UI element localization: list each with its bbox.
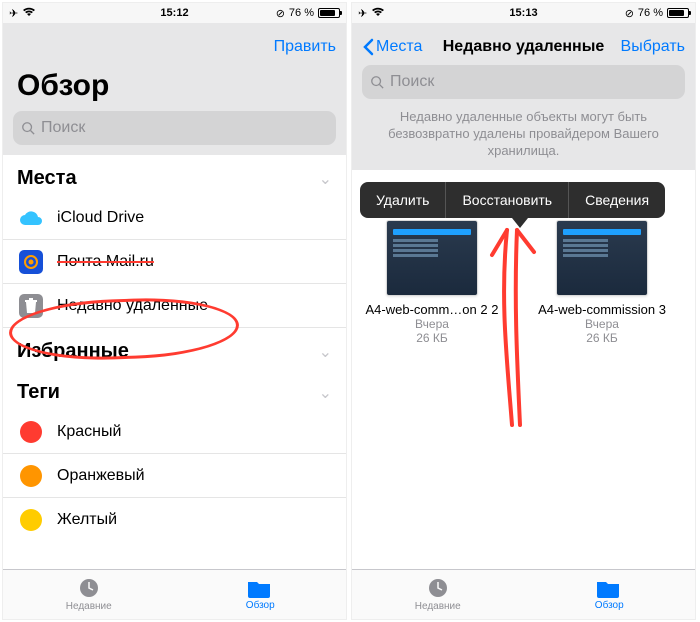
file-when: Вчера (415, 317, 449, 331)
ctx-delete[interactable]: Удалить (360, 182, 446, 218)
phone-left-browse: ✈︎ 15:12 ⊘ 76 % Править Обзор Поиск Мест… (2, 2, 347, 620)
tag-dot-icon (17, 421, 45, 443)
page-title: Обзор (17, 69, 336, 103)
file-when: Вчера (585, 317, 619, 331)
search-input[interactable]: Поиск (362, 65, 685, 99)
status-bar: ✈︎ 15:12 ⊘ 76 % (3, 3, 346, 23)
search-icon (370, 75, 384, 89)
tag-dot-icon (17, 465, 45, 487)
place-item-icloud[interactable]: iCloud Drive (3, 196, 346, 240)
file-item[interactable]: A4-web-comm…on 2 2 Вчера 26 КБ (362, 220, 502, 345)
search-input[interactable]: Поиск (13, 111, 336, 145)
chevron-down-icon: ⌄ (319, 342, 332, 362)
ctx-restore[interactable]: Восстановить (446, 182, 569, 218)
tab-browse[interactable]: Обзор (524, 570, 696, 619)
phone-right-recently-deleted: ✈︎ 15:13 ⊘ 76 % Места Недавно удаленные … (351, 2, 696, 620)
status-bar: ✈︎ 15:13 ⊘ 76 % (352, 3, 695, 23)
chevron-down-icon: ⌄ (319, 383, 332, 403)
trash-icon (17, 294, 45, 318)
section-header-favorites[interactable]: Избранные ⌄ (3, 328, 346, 369)
file-size: 26 КБ (586, 331, 618, 345)
context-menu-tail (512, 218, 528, 228)
file-name: A4-web-commission 3 (538, 302, 666, 317)
file-item[interactable]: A4-web-commission 3 Вчера 26 КБ (532, 220, 672, 345)
clock-icon (427, 577, 449, 599)
deletion-warning-text: Недавно удаленные объекты могут быть без… (362, 99, 685, 160)
battery-icon (318, 8, 340, 18)
file-name: A4-web-comm…on 2 2 (366, 302, 499, 317)
context-menu: Удалить Восстановить Сведения (360, 182, 665, 218)
search-placeholder: Поиск (390, 73, 434, 91)
search-icon (21, 121, 35, 135)
mailru-icon (17, 250, 45, 274)
icloud-icon (17, 209, 45, 227)
chevron-down-icon: ⌄ (319, 169, 332, 189)
nav-large-title-area: Править Обзор Поиск (3, 23, 346, 155)
file-size: 26 КБ (416, 331, 448, 345)
tab-recents[interactable]: Недавние (352, 570, 524, 619)
tab-recents[interactable]: Недавние (3, 570, 175, 619)
tag-dot-icon (17, 509, 45, 531)
battery-icon (667, 8, 689, 18)
section-header-places[interactable]: Места ⌄ (3, 155, 346, 196)
nav-title: Недавно удаленные (362, 38, 685, 56)
ctx-details[interactable]: Сведения (569, 182, 665, 218)
section-header-tags[interactable]: Теги ⌄ (3, 369, 346, 410)
folder-icon (597, 578, 621, 598)
place-item-recently-deleted[interactable]: Недавно удаленные (3, 284, 346, 328)
status-time: 15:12 (160, 7, 188, 19)
place-item-mailru[interactable]: Почта Mail.ru (3, 240, 346, 284)
folder-icon (248, 578, 272, 598)
tag-item-orange[interactable]: Оранжевый (3, 454, 346, 498)
status-time: 15:13 (509, 7, 537, 19)
tag-item-yellow[interactable]: Желтый (3, 498, 346, 542)
tab-bar: Недавние Обзор (352, 569, 695, 619)
search-placeholder: Поиск (41, 119, 85, 137)
tab-bar: Недавние Обзор (3, 569, 346, 619)
nav-area: Места Недавно удаленные Выбрать Поиск Не… (352, 23, 695, 170)
file-thumbnail (556, 220, 648, 296)
file-grid: Удалить Восстановить Сведения A4-web-com… (352, 170, 695, 355)
tag-item-red[interactable]: Красный (3, 410, 346, 454)
edit-button[interactable]: Править (274, 38, 336, 56)
tab-browse[interactable]: Обзор (175, 570, 347, 619)
clock-icon (78, 577, 100, 599)
file-thumbnail (386, 220, 478, 296)
